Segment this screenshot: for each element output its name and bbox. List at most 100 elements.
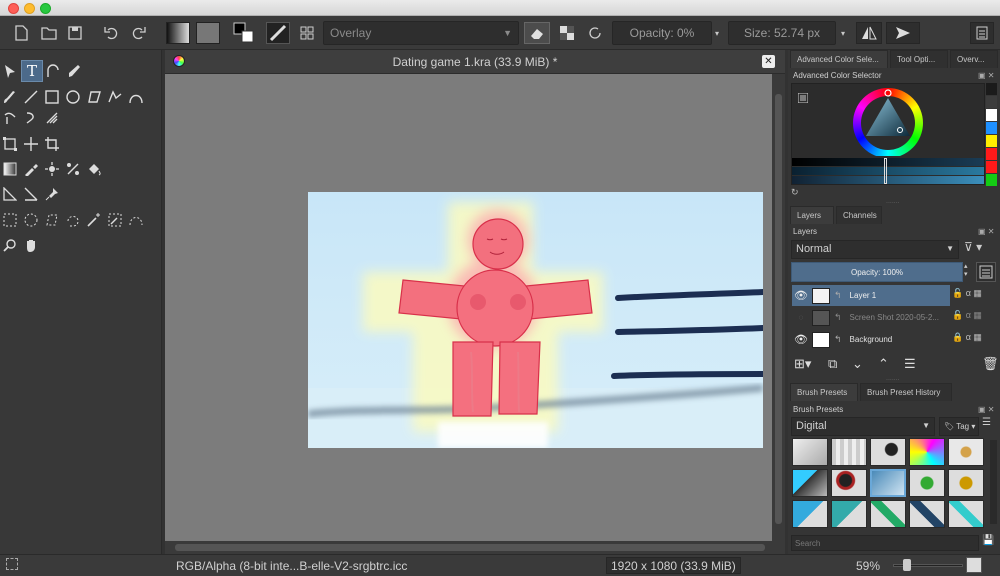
brush-preset-tile[interactable] — [870, 500, 906, 528]
reload-preset-icon[interactable] — [584, 22, 606, 44]
tab-tool-options[interactable]: Tool Opti... — [890, 50, 948, 68]
brush-tag-dropdown[interactable]: Digital ▼ — [791, 417, 935, 436]
tab-channels[interactable]: Channels — [836, 206, 882, 224]
tab-brush-preset-history[interactable]: Brush Preset History — [860, 383, 952, 401]
crop-tool-icon[interactable] — [42, 134, 62, 154]
line-tool-icon[interactable] — [21, 87, 41, 107]
layer-settings-icon[interactable]: ☰ — [904, 356, 916, 372]
redo-icon[interactable] — [128, 22, 150, 44]
smart-patch-tool-icon[interactable] — [42, 159, 62, 179]
layer-properties-icon[interactable] — [976, 262, 996, 282]
magic-wand-selection-icon[interactable] — [84, 210, 104, 230]
palette-swatch[interactable] — [986, 109, 997, 121]
move-layer-down-icon[interactable]: ⌄ — [852, 356, 863, 372]
layer-lock-alpha-icons[interactable]: 🔒 α ▦ — [952, 332, 982, 343]
mirror-horizontal-icon[interactable] — [856, 22, 882, 44]
horizontal-scroll-thumb[interactable] — [175, 544, 765, 551]
layer-row[interactable]: 👁 ↰ Layer 1 — [792, 285, 950, 306]
brush-preset-tile[interactable] — [909, 469, 945, 497]
bezier-selection-icon[interactable] — [126, 210, 146, 230]
bezier-curve-tool-icon[interactable] — [126, 87, 146, 107]
palette-swatch[interactable] — [986, 122, 997, 134]
canvas-viewport[interactable] — [165, 74, 772, 541]
brush-preset-tile[interactable] — [948, 438, 984, 466]
rectangular-selection-icon[interactable] — [0, 210, 20, 230]
ellipse-tool-icon[interactable] — [63, 87, 83, 107]
polyline-tool-icon[interactable] — [105, 87, 125, 107]
color-history-palette[interactable] — [986, 83, 997, 187]
size-slider[interactable]: Size: 52.74 px — [728, 21, 836, 45]
brush-preset-tile[interactable] — [909, 500, 945, 528]
delete-layer-icon[interactable]: 🗑 — [982, 356, 999, 372]
preserve-alpha-icon[interactable] — [554, 22, 580, 44]
artwork-image[interactable] — [308, 192, 763, 448]
multibrush-tool-icon[interactable] — [42, 108, 62, 128]
freehand-selection-icon[interactable] — [63, 210, 83, 230]
size-spin-icon[interactable]: ▾ — [838, 22, 848, 44]
palette-swatch[interactable] — [986, 148, 997, 160]
visibility-eye-icon[interactable]: 👁 — [792, 333, 810, 346]
brush-preset-tile[interactable] — [948, 500, 984, 528]
calligraphy-tool-icon[interactable] — [64, 61, 84, 81]
save-icon[interactable] — [64, 22, 86, 44]
wrap-around-icon[interactable] — [966, 557, 982, 573]
pattern-selector[interactable] — [196, 22, 220, 44]
shade-bar-2[interactable] — [792, 167, 984, 175]
brush-preset-icon[interactable] — [266, 22, 290, 44]
vertical-scrollbar[interactable] — [772, 74, 785, 541]
save-preset-icon[interactable]: 💾 — [982, 535, 998, 551]
brush-float-close-icons[interactable]: ▣ ✕ — [978, 405, 994, 414]
preset-scrollbar[interactable] — [990, 440, 997, 524]
brush-preset-tile[interactable] — [792, 469, 828, 497]
mirror-vertical-icon[interactable] — [886, 22, 920, 44]
layer-filter-icon[interactable]: ⊽ ▾ — [964, 240, 998, 259]
brush-preset-tile[interactable] — [792, 500, 828, 528]
fill-tool-icon[interactable] — [84, 159, 104, 179]
zoom-slider[interactable] — [893, 559, 963, 571]
move-layer-up-icon[interactable]: ⌃ — [878, 356, 889, 372]
opacity-spin-icon[interactable]: ▾ — [712, 22, 722, 44]
brush-preset-tile[interactable] — [909, 438, 945, 466]
palette-swatch[interactable] — [986, 83, 997, 95]
brush-preset-tile[interactable] — [831, 438, 867, 466]
polygon-tool-icon[interactable] — [84, 87, 104, 107]
blend-mode-dropdown[interactable]: Overlay ▼ — [323, 21, 519, 45]
document-list-icon[interactable] — [970, 22, 994, 44]
layer-opacity-spin[interactable]: ▴ ▾ — [964, 262, 972, 282]
tag-button[interactable]: 🏷 Tag ▾ — [939, 417, 979, 436]
similar-color-selection-icon[interactable] — [105, 210, 125, 230]
reference-pin-tool-icon[interactable] — [42, 184, 62, 204]
brush-view-options-icon[interactable]: ☰ — [982, 417, 998, 436]
undo-icon[interactable] — [100, 22, 122, 44]
elliptical-selection-icon[interactable] — [21, 210, 41, 230]
palette-swatch[interactable] — [986, 174, 997, 186]
new-document-icon[interactable] — [10, 22, 32, 44]
brush-preset-tile[interactable] — [831, 469, 867, 497]
layers-float-close-icons[interactable]: ▣ ✕ — [978, 227, 994, 236]
palette-swatch[interactable] — [986, 96, 997, 108]
rectangle-tool-icon[interactable] — [42, 87, 62, 107]
pan-hand-tool-icon[interactable] — [21, 235, 41, 255]
docker-float-close-icons[interactable]: ▣ ✕ — [978, 71, 994, 80]
tab-overview[interactable]: Overv... — [950, 50, 998, 68]
edit-shapes-tool-icon[interactable] — [43, 61, 63, 81]
brush-search-input[interactable]: Search — [791, 535, 979, 551]
brush-preset-tile[interactable] — [831, 500, 867, 528]
brush-preset-tile[interactable] — [948, 469, 984, 497]
vertical-scroll-thumb[interactable] — [775, 94, 782, 524]
selection-indicator-icon[interactable] — [6, 558, 18, 570]
dynamic-brush-tool-icon[interactable] — [21, 108, 41, 128]
color-wheel[interactable] — [792, 84, 986, 156]
gradient-selector[interactable] — [166, 22, 190, 44]
brush-preset-tile[interactable] — [792, 438, 828, 466]
zoom-slider-handle[interactable] — [903, 559, 911, 571]
tab-layers[interactable]: Layers — [790, 206, 834, 224]
splitter-handle[interactable]: ....... — [886, 198, 900, 205]
select-shapes-tool-icon[interactable] — [0, 61, 20, 81]
brush-preset-tile-selected[interactable] — [870, 469, 906, 497]
measure-tool-icon[interactable] — [0, 184, 20, 204]
gradient-tool-icon[interactable] — [0, 159, 20, 179]
brush-preset-tile[interactable] — [870, 438, 906, 466]
zoom-window-button[interactable] — [40, 3, 51, 14]
text-tool-icon[interactable]: T — [21, 60, 43, 82]
